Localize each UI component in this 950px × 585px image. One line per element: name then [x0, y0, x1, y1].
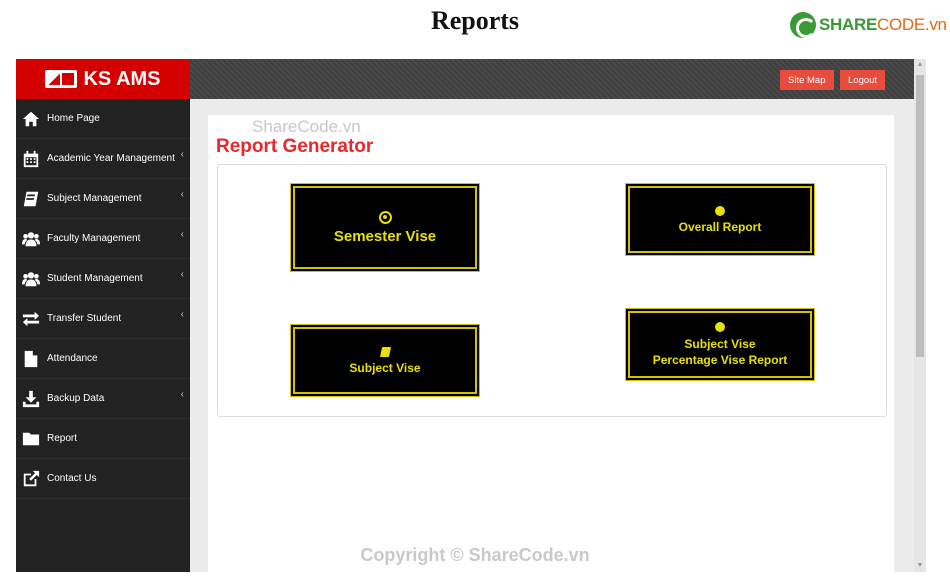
sidebar-item-label: Transfer Student [47, 313, 122, 324]
content-title: Report Generator [216, 136, 374, 157]
sidebar-item-report[interactable]: Report [16, 419, 190, 459]
external-link-icon [22, 470, 40, 488]
logout-button[interactable]: Logout [840, 70, 886, 90]
chevron-left-icon: ‹ [180, 269, 184, 280]
watermark-top: ShareCode.vn [252, 117, 361, 136]
dot-circle-icon [378, 210, 392, 224]
sidebar-item-label: Home Page [47, 113, 100, 124]
circle-icon [715, 205, 725, 216]
sidebar-item-backup-data[interactable]: Backup Data ‹ [16, 379, 190, 419]
scrollbar-thumb[interactable] [916, 75, 924, 357]
watermark-bottom: Copyright © ShareCode.vn [360, 545, 590, 565]
sidebar-nav: Home Page Academic Year Management ‹ Sub… [16, 99, 190, 499]
sidebar-item-subject-management[interactable]: Subject Management ‹ [16, 179, 190, 219]
chevron-left-icon: ‹ [180, 229, 184, 240]
sidebar-item-academic-year-management[interactable]: Academic Year Management ‹ [16, 139, 190, 179]
file-icon [22, 350, 40, 368]
sidebar-item-label: Academic Year Management [47, 153, 175, 164]
exchange-icon [22, 310, 40, 328]
sidebar-item-label: Student Management [47, 273, 143, 284]
users-icon [22, 270, 40, 288]
button-label-line1: Subject Vise [684, 336, 756, 351]
book-icon [379, 346, 391, 357]
folder-icon [22, 430, 40, 448]
button-label: Overall Report [678, 219, 762, 234]
report-panel: Semester Vise Overall Report Subject Vis… [217, 164, 887, 417]
ks-logo-icon [45, 70, 78, 88]
sidebar-item-faculty-management[interactable]: Faculty Management ‹ [16, 219, 190, 259]
sidebar-item-label: Backup Data [47, 393, 105, 404]
button-label-line2: Percentage Vise Report [652, 352, 788, 367]
button-label: Semester Vise [333, 227, 437, 245]
page: Reports SHARECODE.vn KS AMS Home Page Ac… [0, 0, 950, 585]
users-icon [22, 230, 40, 248]
sidebar-item-label: Faculty Management [47, 233, 141, 244]
app-window: KS AMS Home Page Academic Year Managemen… [16, 59, 926, 572]
sidebar-item-label: Contact Us [47, 473, 97, 484]
download-icon [22, 390, 40, 408]
site-map-button[interactable]: Site Map [780, 70, 834, 90]
sharecode-logo: SHARECODE.vn [790, 12, 947, 38]
sharecode-logo-icon [790, 12, 816, 38]
subject-percentage-report-button[interactable]: Subject Vise Percentage Vise Report [628, 311, 812, 378]
sharecode-logo-text: SHARECODE.vn [819, 15, 947, 34]
chevron-left-icon: ‹ [180, 189, 184, 200]
brand[interactable]: KS AMS [16, 59, 190, 99]
sidebar-item-label: Subject Management [47, 193, 142, 204]
sidebar-item-attendance[interactable]: Attendance [16, 339, 190, 379]
main-content: Report Generator Semester Vise Overall R… [208, 115, 894, 572]
home-icon [22, 110, 40, 128]
sidebar-item-home-page[interactable]: Home Page [16, 99, 190, 139]
sidebar-item-contact-us[interactable]: Contact Us [16, 459, 190, 499]
circle-icon [715, 321, 725, 332]
calendar-icon [22, 150, 40, 168]
semester-vise-button[interactable]: Semester Vise [293, 186, 477, 269]
scroll-up-icon[interactable]: ▲ [916, 61, 924, 69]
chevron-left-icon: ‹ [180, 149, 184, 160]
scrollbar[interactable]: ▲ ▼ [914, 59, 926, 572]
subject-vise-button[interactable]: Subject Vise [293, 327, 477, 394]
sidebar-item-transfer-student[interactable]: Transfer Student ‹ [16, 299, 190, 339]
chevron-left-icon: ‹ [180, 309, 184, 320]
sidebar-item-label: Attendance [47, 353, 98, 364]
chevron-left-icon: ‹ [180, 389, 184, 400]
sidebar-item-student-management[interactable]: Student Management ‹ [16, 259, 190, 299]
book-icon [22, 190, 40, 208]
brand-name: KS AMS [83, 67, 161, 90]
sidebar-item-label: Report [47, 433, 78, 444]
sidebar: KS AMS Home Page Academic Year Managemen… [16, 59, 190, 572]
overall-report-button[interactable]: Overall Report [628, 186, 812, 253]
top-bar: Site Map Logout [190, 59, 914, 99]
button-label: Subject Vise [349, 360, 421, 375]
